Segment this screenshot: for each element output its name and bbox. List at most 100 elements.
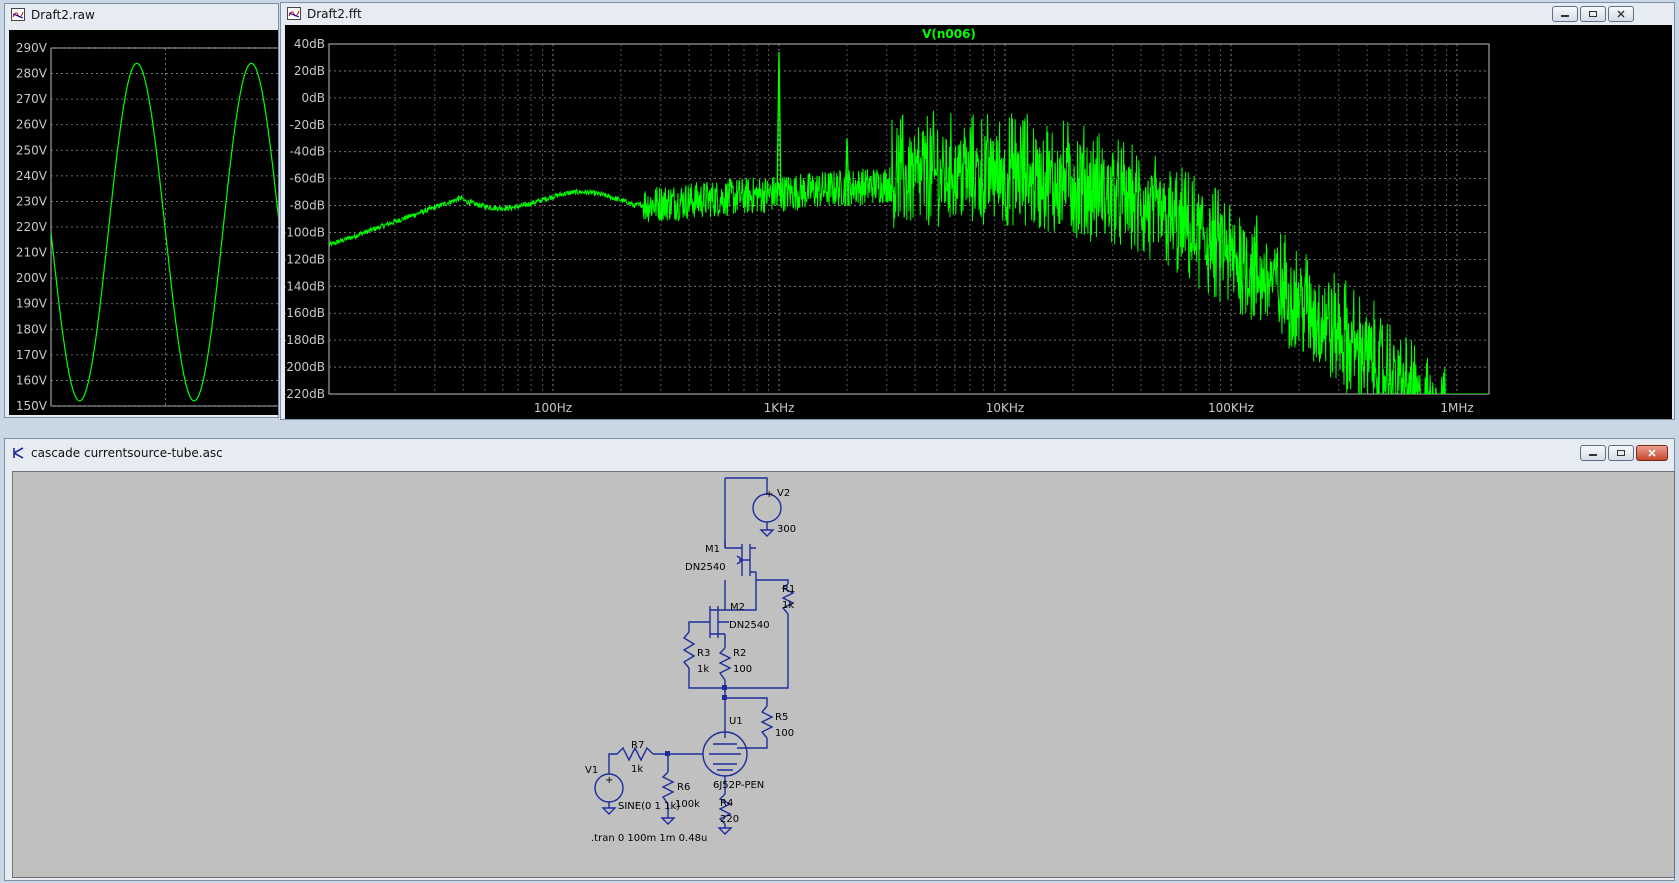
raw-y-tick-label: 180V [16, 322, 48, 336]
label-r4-ref: R4 [720, 798, 733, 809]
fft-x-tick-label: 10KHz [986, 401, 1024, 415]
fft-trace-label: V(n006) [922, 27, 976, 41]
label-u1-ref: U1 [729, 716, 743, 727]
waveform-icon [11, 8, 25, 24]
label-r6-value: 100k [675, 799, 700, 810]
raw-y-tick-label: 230V [16, 194, 48, 208]
junction-dot [722, 685, 727, 690]
r5-resistor-symbol [760, 705, 774, 739]
schematic-labels: V2 300 M1 DN2540 R1 1k M2 DN2540 R3 1k R… [585, 488, 796, 844]
raw-waveform-chart[interactable]: 290V 280V 270V 260V 250V 240V 230V 220V 210V 200V… [9, 30, 279, 417]
raw-y-tick-label: 210V [16, 246, 48, 260]
raw-y-tick-label: 260V [16, 118, 48, 132]
close-button[interactable] [1636, 445, 1668, 461]
fft-plot-window[interactable]: Draft2.fft V(n006) 40dB 20dB 0dB -20dB -40dB -… [280, 2, 1675, 420]
label-m1-ref: M1 [705, 544, 720, 555]
label-r3-value: 1k [697, 664, 709, 675]
label-r3-ref: R3 [697, 648, 710, 659]
schematic-icon [11, 446, 25, 463]
label-r1-value: 1k [782, 600, 794, 611]
label-r4-value: 220 [720, 814, 739, 825]
label-r7-value: 1k [631, 764, 643, 775]
fft-y-tick-label: -120dB [285, 252, 325, 266]
raw-title-bar[interactable]: Draft2.raw [5, 4, 278, 26]
fft-series-line [329, 110, 1489, 394]
restore-icon [1617, 450, 1625, 456]
raw-x-tick-label: 32ms [149, 413, 182, 415]
raw-y-tick-label: 240V [16, 169, 48, 183]
label-r5-ref: R5 [775, 712, 788, 723]
raw-x-tick-label: 33 [272, 413, 279, 415]
schematic-drawing[interactable]: + + V2 300 M1 DN2540 R1 1k M2 DN2540 R3 … [13, 472, 1674, 877]
fft-y-tick-label: 0dB [302, 91, 325, 105]
fft-y-tick-label: -180dB [285, 333, 325, 347]
fft-x-tick-label: 1KHz [764, 401, 795, 415]
fft-x-tick-label: 100KHz [1208, 401, 1254, 415]
m1-mosfet-symbol [724, 540, 757, 580]
wire [601, 802, 617, 815]
raw-series-line [51, 62, 278, 402]
fft-x-tick-label: 1MHz [1440, 401, 1473, 415]
raw-y-tick-label: 190V [16, 297, 48, 311]
label-r6-ref: R6 [677, 782, 690, 793]
raw-y-tick-label: 290V [16, 41, 48, 55]
fft-plot-area[interactable]: V(n006) 40dB 20dB 0dB -20dB -40dB -60dB -80dB -1… [282, 25, 1672, 419]
raw-y-tick-label: 200V [16, 271, 48, 285]
fft-y-tick-label: -140dB [285, 279, 325, 293]
waveform-icon [287, 7, 301, 23]
junction-dot [665, 751, 670, 756]
fft-y-tick-label: -80dB [290, 199, 325, 213]
minimize-icon [1561, 15, 1569, 17]
close-button[interactable] [1608, 6, 1634, 22]
v1-plus-glyph: + [605, 775, 613, 786]
raw-y-tick-label: 220V [16, 220, 48, 234]
raw-y-tick-label: 170V [16, 348, 48, 362]
junction-dot [722, 695, 727, 700]
label-v1-ref: V1 [585, 765, 598, 776]
label-u1-value: 6J52P-PEN [713, 780, 764, 791]
label-r5-value: 100 [775, 728, 794, 739]
sim-directive: .tran 0 100m 1m 0.48u [591, 833, 707, 844]
minimize-button[interactable] [1580, 445, 1606, 461]
minimize-button[interactable] [1552, 6, 1578, 22]
schematic-canvas[interactable]: + + V2 300 M1 DN2540 R1 1k M2 DN2540 R3 … [12, 471, 1675, 878]
raw-y-tick-label: 160V [16, 373, 48, 387]
raw-y-tick-label: 250V [16, 143, 48, 157]
fft-spectrum-chart[interactable]: V(n006) 40dB 20dB 0dB -20dB -40dB -60dB -80dB -1… [282, 25, 1672, 419]
fft-y-tick-label: -60dB [290, 172, 325, 186]
fft-y-tick-label: 40dB [294, 37, 325, 51]
raw-y-tick-label: 280V [16, 67, 48, 81]
fft-y-tick-label: -100dB [285, 225, 325, 239]
restore-icon [1589, 11, 1597, 17]
fft-x-tick-label: 100Hz [534, 401, 572, 415]
fft-title-bar[interactable]: Draft2.fft [281, 3, 1674, 25]
r2-resistor-symbol [718, 647, 732, 681]
label-v2-value: 300 [777, 524, 796, 535]
fft-y-tick-label: 20dB [294, 64, 325, 78]
label-m2-ref: M2 [730, 602, 745, 613]
raw-plot-area[interactable]: 290V 280V 270V 260V 250V 240V 230V 220V 210V 200V… [9, 30, 279, 417]
r3-resistor-symbol [682, 631, 696, 669]
fft-y-tick-label: -160dB [285, 306, 325, 320]
label-r7-ref: R7 [631, 740, 644, 751]
raw-y-tick-label: 150V [16, 399, 48, 413]
raw-plot-window[interactable]: Draft2.raw 290V 280V 270V 260V 250V 240V 230V 2… [4, 3, 279, 418]
label-v1-value: SINE(0 1 1k) [618, 801, 680, 812]
schematic-window-title: cascade currentsource-tube.asc [31, 446, 223, 460]
fft-y-tick-label: -220dB [285, 387, 325, 401]
r6-resistor-symbol [661, 771, 675, 805]
label-r2-ref: R2 [733, 648, 746, 659]
v2-plus-glyph: + [765, 489, 773, 500]
schematic-title-bar[interactable]: cascade currentsource-tube.asc [5, 439, 1674, 467]
restore-button[interactable] [1580, 6, 1606, 22]
label-v2-ref: V2 [777, 488, 790, 499]
minimize-icon [1589, 454, 1597, 456]
fft-window-title: Draft2.fft [307, 7, 362, 21]
raw-window-title: Draft2.raw [31, 8, 95, 22]
label-r1-ref: R1 [782, 584, 795, 595]
u1-tube-internals [709, 743, 741, 771]
raw-y-tick-label: 270V [16, 92, 48, 106]
fft-y-tick-label: -40dB [290, 145, 325, 159]
fft-y-tick-label: -20dB [290, 118, 325, 132]
restore-button[interactable] [1608, 445, 1634, 461]
